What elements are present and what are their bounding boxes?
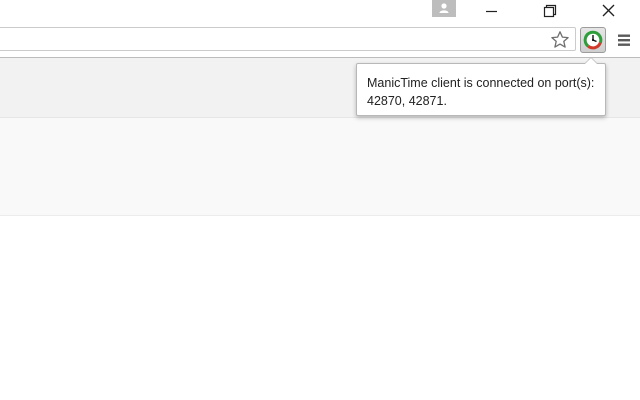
minimize-icon xyxy=(486,10,497,13)
hamburger-menu-icon xyxy=(618,34,630,46)
bookmark-star-button[interactable] xyxy=(550,30,570,50)
extension-popup: ManicTime client is connected on port(s)… xyxy=(356,57,606,116)
close-icon xyxy=(602,4,615,17)
manictime-icon xyxy=(583,30,603,50)
manictime-extension-button[interactable] xyxy=(580,27,606,53)
person-icon xyxy=(439,3,449,13)
popup-message: ManicTime client is connected on port(s)… xyxy=(367,74,602,110)
minimize-button[interactable] xyxy=(470,0,516,22)
close-button[interactable] xyxy=(586,0,632,22)
browser-menu-button[interactable] xyxy=(614,30,634,50)
browser-toolbar xyxy=(0,23,640,58)
restore-icon xyxy=(543,4,557,18)
restore-button[interactable] xyxy=(527,0,573,22)
popup-message-line1: ManicTime client is connected on port(s)… xyxy=(367,76,595,90)
profile-button[interactable] xyxy=(432,0,456,17)
page-content-band xyxy=(0,118,640,216)
popup-message-line2: 42870, 42871. xyxy=(367,94,447,108)
star-icon xyxy=(551,31,569,48)
window-titlebar xyxy=(0,0,640,23)
address-bar[interactable] xyxy=(0,27,576,51)
